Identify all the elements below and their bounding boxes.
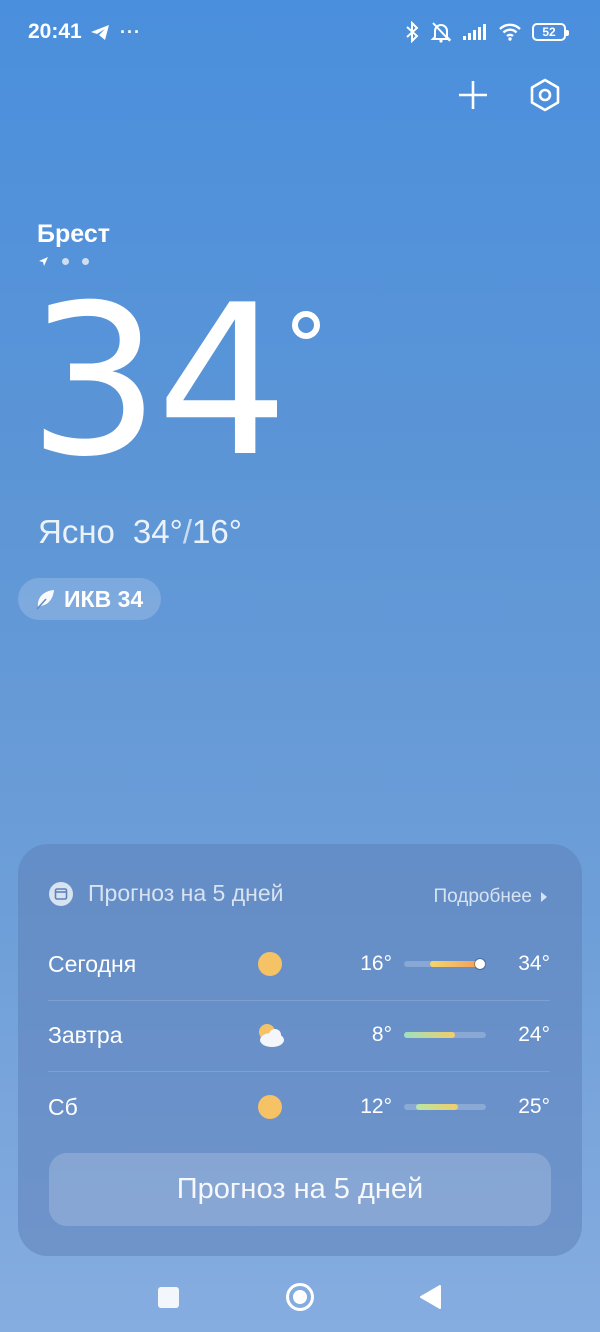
temp-range-fill (404, 1032, 455, 1038)
high-low: 34°/16° (133, 513, 242, 551)
more-label: Подробнее (433, 886, 532, 907)
plus-icon[interactable] (456, 78, 490, 112)
back-button[interactable] (418, 1284, 442, 1310)
current-temp-marker (475, 959, 486, 969)
bell-off-icon (430, 22, 452, 43)
calendar-icon (49, 881, 73, 906)
wifi-icon (499, 23, 521, 41)
aqi-badge[interactable]: ИКВ 34 (18, 578, 162, 620)
day-high: 25° (518, 1095, 550, 1118)
recent-apps-button[interactable] (158, 1287, 179, 1308)
home-button[interactable] (285, 1282, 315, 1312)
signal-icon (463, 24, 486, 40)
bluetooth-icon (406, 21, 419, 43)
current-temperature: 34 (28, 261, 289, 503)
hilo-separator: / (182, 513, 192, 550)
telegram-icon (91, 25, 109, 40)
day-low: 12° (360, 1095, 392, 1118)
current-summary: Ясно 34°/16° (38, 513, 242, 551)
status-time: 20:41 (28, 20, 82, 43)
day-name: Сегодня (48, 950, 137, 977)
settings-hexagon-icon[interactable] (527, 77, 563, 113)
forecast-row[interactable]: Сегодня 16° 34° (48, 928, 550, 1001)
aqi-label: ИКВ 34 (64, 585, 144, 612)
day-low: 16° (360, 952, 392, 975)
day-high: 34° (518, 952, 550, 975)
day-high: 24° (518, 1023, 550, 1046)
forecast-5-days-button[interactable]: Прогноз на 5 дней (49, 1153, 551, 1226)
city-name[interactable]: Брест (37, 220, 110, 249)
forecast-row[interactable]: Сб 12° 25° (48, 1071, 550, 1143)
sun-icon (258, 952, 282, 976)
day-name: Сб (48, 1093, 78, 1120)
forecast-row[interactable]: Завтра 8° 24° (48, 999, 550, 1072)
sun-icon (258, 1095, 282, 1119)
current-low: 16° (192, 513, 242, 550)
battery-level: 52 (542, 25, 556, 39)
overflow-icon: ··· (120, 22, 141, 42)
battery-icon: 52 (532, 23, 569, 41)
leaf-icon (36, 590, 54, 610)
current-high: 34° (132, 513, 183, 550)
day-name: Завтра (48, 1021, 123, 1048)
temp-range-bar (404, 1032, 486, 1038)
forecast-header: Прогноз на 5 дней (48, 880, 284, 907)
forecast-more-link[interactable]: Подробнее (433, 886, 548, 908)
partly-cloudy-icon (259, 1024, 284, 1047)
day-low: 8° (371, 1023, 392, 1046)
chevron-right-icon (541, 892, 547, 902)
forecast-title: Прогноз на 5 дней (88, 880, 284, 906)
temp-range-bar (404, 959, 486, 969)
temp-range-fill (416, 1104, 459, 1110)
current-condition: Ясно (38, 513, 115, 550)
status-right-icons: 52 (404, 21, 569, 43)
status-left-icons: ··· (90, 22, 141, 43)
temp-range-bar (404, 1104, 486, 1110)
degree-symbol (292, 311, 320, 339)
